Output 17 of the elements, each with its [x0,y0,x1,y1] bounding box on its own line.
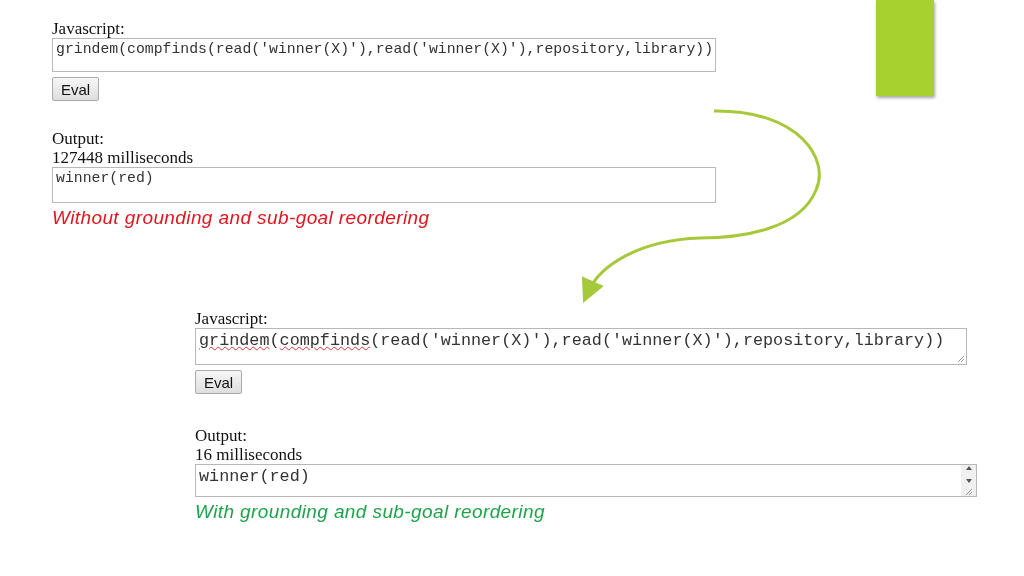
caption: With grounding and sub-goal reordering [195,501,545,523]
output-label: Output: [195,426,247,445]
elapsed-time: 127448 milliseconds [52,148,194,167]
eval-button[interactable]: Eval [195,370,243,394]
caption: Without grounding and sub-goal reordering [52,207,430,229]
output-field[interactable]: winner(red) [52,167,716,203]
output-label: Output: [52,129,104,148]
field-label: Javascript: [195,309,268,328]
code-input-field[interactable]: grindem(compfinds(read('winner(X)'),read('winner(X)'),repository,library)) [52,38,716,72]
eval-button[interactable]: Eval [52,77,100,101]
output-field[interactable]: winner(red) [195,464,977,497]
elapsed-time: 16 milliseconds [195,445,303,464]
scrollbar[interactable] [961,465,976,496]
code-input-field[interactable]: grindem(compfinds(read('winner(X)'),read('winner(X)'),repository,library)) [195,328,967,365]
resize-grip-icon[interactable] [957,355,965,363]
field-label: Javascript: [52,19,125,38]
resize-grip-icon[interactable] [964,488,973,496]
